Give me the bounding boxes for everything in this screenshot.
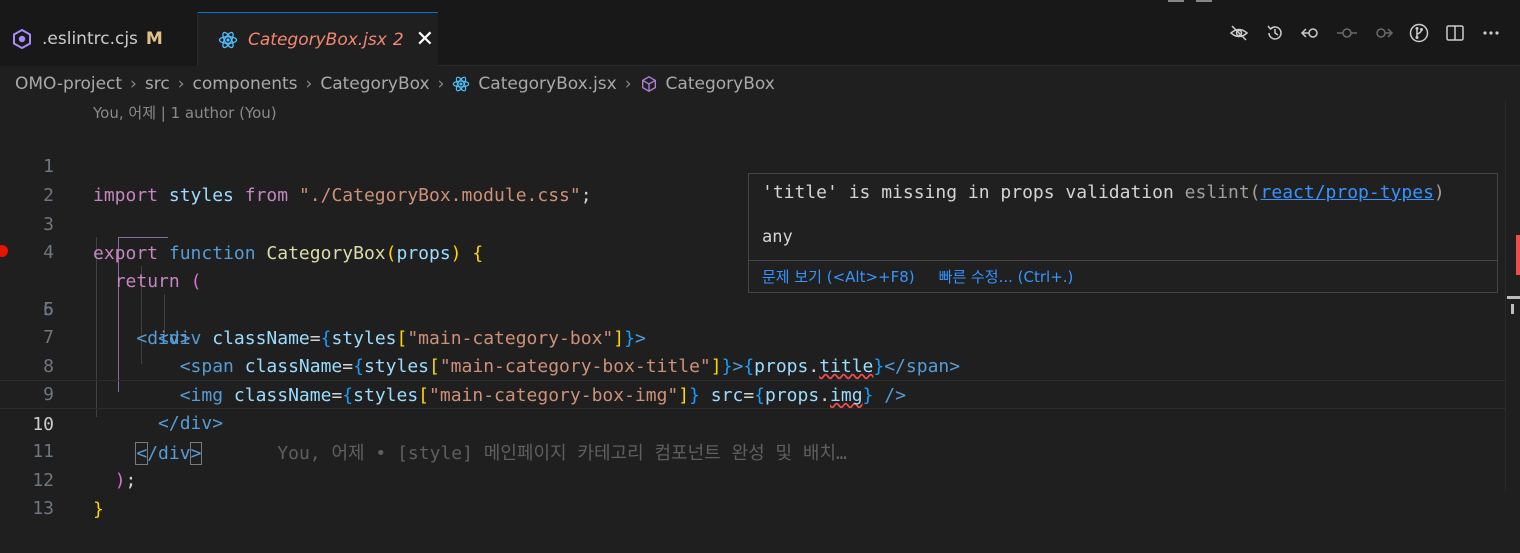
close-icon[interactable]: ✕ (416, 27, 434, 52)
react-icon (453, 76, 470, 92)
chevron-right-icon: › (437, 74, 445, 94)
hover-status-bar: 문제 보기 (<Alt>+F8) 빠른 수정... (Ctrl+.) (749, 260, 1497, 292)
commit-icon[interactable] (1336, 22, 1358, 44)
view-problem-button[interactable]: 문제 보기 (<Alt>+F8) (762, 266, 915, 287)
breadcrumb: OMO-project › src › components › Categor… (15, 70, 775, 98)
breadcrumb-item[interactable]: CategoryBox (666, 74, 775, 94)
quick-fix-button[interactable]: 빠른 수정... (Ctrl+.) (939, 266, 1074, 287)
hover-tooltip: 'title' is missing in props validation e… (748, 173, 1498, 293)
go-back-change-icon[interactable] (1300, 22, 1322, 44)
tab-label: CategoryBox.jsx (248, 29, 387, 50)
type-info: any (762, 227, 793, 247)
code-line: 8 <img className={styles["main-category-… (0, 323, 1505, 406)
more-actions-icon[interactable] (1480, 22, 1502, 44)
cursor-marker (1507, 296, 1520, 299)
react-icon (218, 31, 238, 48)
breadcrumb-item[interactable]: CategoryBox.jsx (478, 74, 616, 94)
chevron-right-icon: › (624, 74, 632, 94)
chevron-right-icon: › (130, 74, 137, 94)
tab-label: .eslintrc.cjs (42, 29, 138, 49)
source-control-graph-icon[interactable] (1408, 22, 1430, 44)
rule-link[interactable]: react/prop-types (1261, 182, 1434, 203)
code-line: 1 import styles from "./CategoryBox.modu… (0, 123, 1505, 206)
breadcrumb-item[interactable]: components (193, 74, 298, 94)
diagnostic-message: 'title' is missing in props validation e… (762, 182, 1445, 203)
code-line: 7 <span className={styles["main-category… (0, 294, 1505, 377)
split-editor-icon[interactable] (1444, 22, 1466, 44)
eslint-icon (13, 29, 31, 49)
tab-bar: .eslintrc.cjs M CategoryBox.jsx 2 ✕ (0, 0, 1520, 66)
error-marker (1516, 235, 1520, 275)
code-line: 12 } (0, 437, 1505, 520)
breadcrumb-item[interactable]: OMO-project (15, 74, 122, 94)
vertical-scrollbar[interactable] (1505, 100, 1520, 491)
tab-categorybox[interactable]: CategoryBox.jsx 2 ✕ (198, 12, 438, 66)
breadcrumb-item[interactable]: src (145, 74, 170, 94)
cursor-marker (1511, 304, 1514, 314)
breadcrumb-item[interactable]: CategoryBox (320, 74, 429, 94)
modified-badge: M (145, 29, 163, 49)
tab-eslintrc[interactable]: .eslintrc.cjs M (0, 12, 198, 66)
history-icon[interactable] (1264, 22, 1286, 44)
code-editor[interactable]: You, 어제 | 1 author (You) 1 import styles… (0, 100, 1505, 520)
chevron-right-icon: › (305, 74, 313, 94)
eye-closed-icon[interactable] (1228, 22, 1250, 44)
go-forward-change-icon[interactable] (1372, 22, 1394, 44)
code-line: 13 (0, 465, 1505, 519)
current-line: 10 </div> You, 어제 • [style] 메인페이지 카테고리 컴… (0, 380, 1505, 465)
line-number: 13 (32, 498, 54, 519)
breakpoint-icon[interactable] (0, 245, 8, 257)
diagnostic-source: eslint( (1184, 182, 1261, 203)
message-text: 'title' is missing in props validation (762, 182, 1174, 203)
problem-count-badge: 2 (392, 29, 404, 50)
diagnostic-source: ) (1433, 182, 1445, 203)
editor-actions (1228, 22, 1502, 44)
code-line: 9 </div> (0, 351, 1505, 434)
token: } (93, 499, 104, 520)
symbol-class-icon (641, 76, 656, 92)
window-controls (1168, 0, 1228, 6)
chevron-right-icon: › (177, 74, 185, 94)
code-line: 11 ); (0, 408, 1505, 491)
